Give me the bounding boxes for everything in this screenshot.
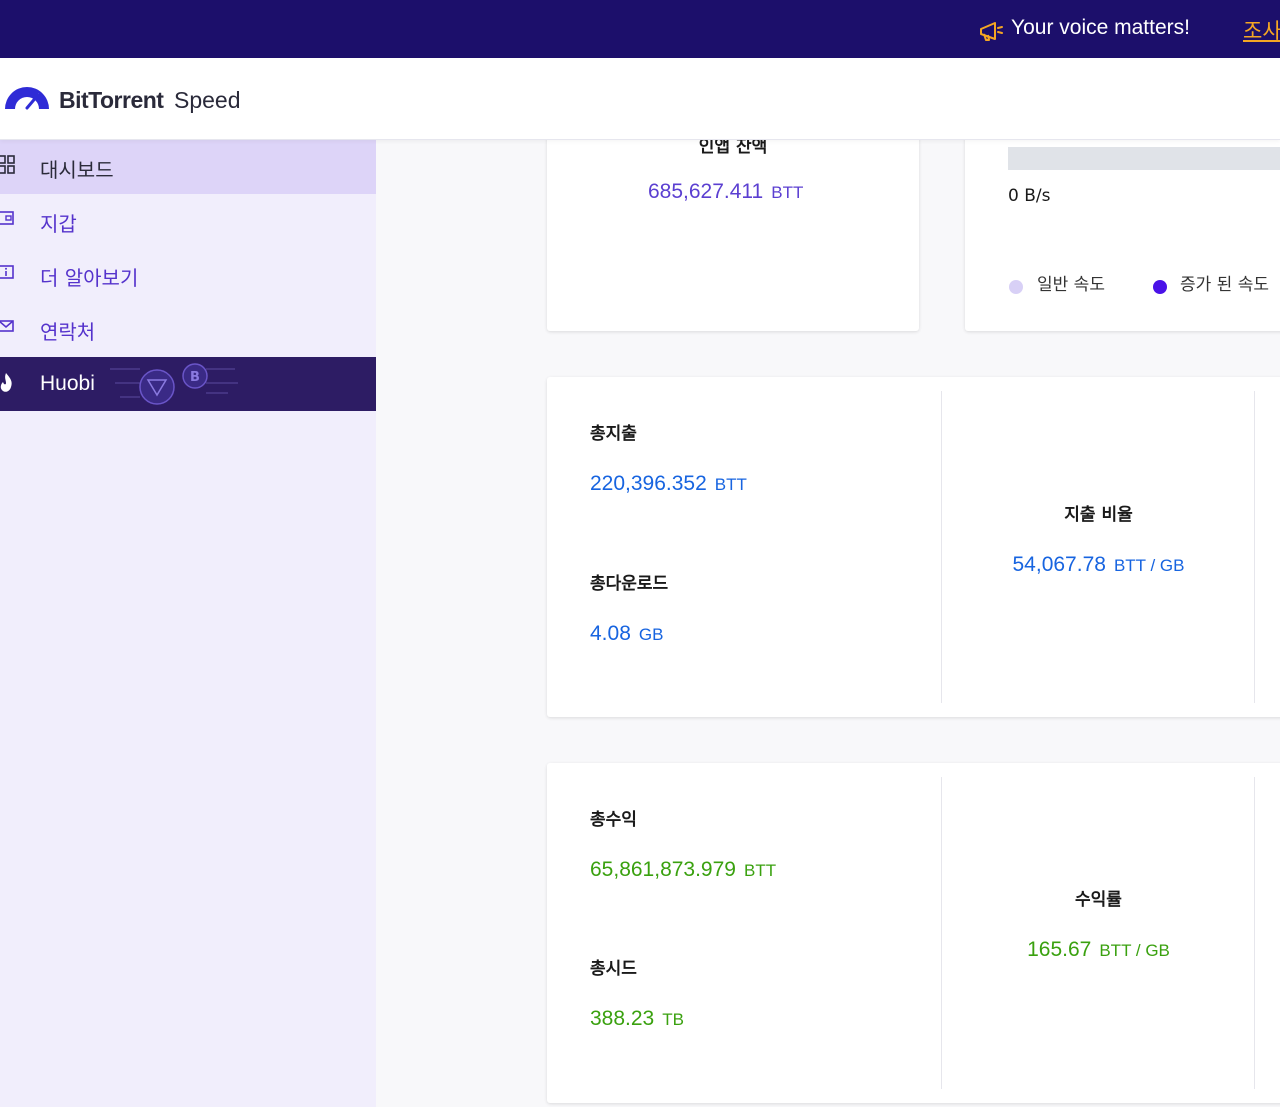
sidebar: 대시보드 지갑 더 알아보기 연락처 Huobi B	[0, 140, 376, 1107]
spend-rate-value: 54,067.78 BTT / GB	[1012, 553, 1185, 576]
divider	[941, 777, 942, 1089]
bittorrent-speed-logo-icon	[5, 87, 49, 110]
speed-value: 0 B/s	[1008, 186, 1051, 206]
sidebar-item-learn-more[interactable]: 더 알아보기	[0, 248, 376, 302]
divider	[941, 391, 942, 703]
total-seed-value: 388.23 TB	[590, 1007, 684, 1030]
total-earned-value: 65,861,873.979 BTT	[590, 858, 777, 881]
earn-rate-label: 수익률	[1075, 890, 1122, 910]
sidebar-item-huobi[interactable]: Huobi B	[0, 357, 376, 411]
total-seed-label: 총시드	[590, 959, 637, 979]
total-spent-value: 220,396.352 BTT	[590, 472, 747, 495]
sidebar-item-label: 더 알아보기	[40, 266, 139, 290]
boosted-speed-legend-label: 증가 된 속도	[1180, 275, 1270, 295]
divider	[1254, 391, 1255, 703]
normal-speed-legend-dot	[1009, 280, 1023, 294]
logo-wordmark-bold: BitTorrent	[59, 87, 164, 113]
survey-link[interactable]: 조사	[1243, 15, 1280, 45]
app-header: BitTorrent Speed	[0, 58, 1280, 140]
total-download-label: 총다운로드	[590, 574, 669, 594]
divider	[1254, 777, 1255, 1089]
sidebar-item-label: 대시보드	[40, 158, 114, 182]
boosted-speed-legend-dot	[1153, 280, 1167, 294]
spend-card: 총지출 220,396.352 BTT 총다운로드 4.08 GB 지출 비율 54…	[547, 377, 1280, 717]
megaphone-icon	[980, 22, 1003, 41]
sidebar-item-label: Huobi	[40, 372, 95, 395]
announcement-banner: Your voice matters! 조사	[0, 0, 1280, 58]
total-download-value: 4.08 GB	[590, 622, 664, 645]
speed-bar	[1008, 147, 1280, 170]
normal-speed-legend-label: 일반 속도	[1037, 275, 1105, 295]
sidebar-item-dashboard[interactable]: 대시보드	[0, 140, 376, 194]
total-earned-label: 총수익	[590, 810, 637, 830]
huobi-flame-icon	[0, 373, 12, 392]
dashboard-icon	[0, 155, 15, 174]
info-icon	[0, 265, 14, 279]
sidebar-item-wallet[interactable]: 지갑	[0, 194, 376, 248]
wallet-icon	[0, 211, 14, 225]
sidebar-item-label: 지갑	[40, 212, 77, 236]
earn-rate-value: 165.67 BTT / GB	[1027, 938, 1170, 961]
sidebar-item-label: 연락처	[40, 320, 96, 344]
spend-rate-label: 지출 비율	[1064, 505, 1133, 525]
balance-value: 685,627.411 BTT	[648, 180, 804, 203]
total-spent-label: 총지출	[590, 424, 637, 444]
banner-text: Your voice matters!	[1011, 16, 1190, 39]
svg-text:B: B	[190, 370, 200, 385]
mail-icon	[0, 320, 14, 332]
logo-wordmark-light: Speed	[174, 87, 241, 113]
crypto-coins-decoration-icon: B	[110, 363, 238, 405]
sidebar-item-contact[interactable]: 연락처	[0, 302, 376, 356]
earnings-card: 총수익 65,861,873.979 BTT 총시드 388.23 TB 수익률 1…	[547, 763, 1280, 1103]
